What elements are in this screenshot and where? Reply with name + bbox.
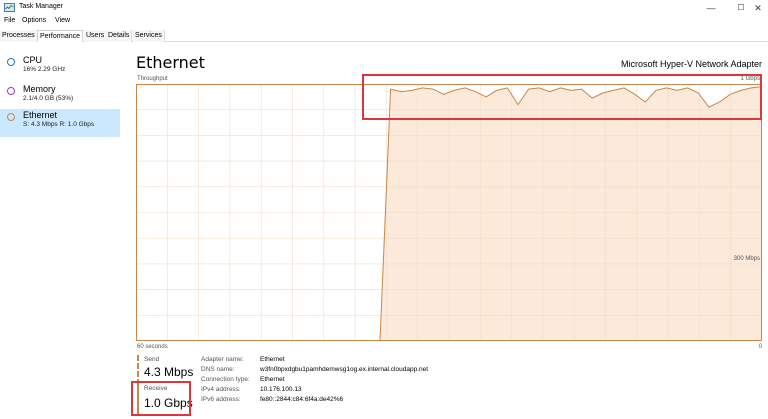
throughput-graph (136, 84, 762, 341)
prop-key-ipv6: IPv6 address: (201, 396, 241, 403)
sidebar-item-sub: 16% 2.29 GHz (23, 66, 66, 73)
tab-processes[interactable]: Processes (0, 30, 38, 42)
receive-label: Receive (144, 385, 168, 392)
prop-key-connection-type: Connection type: (201, 376, 250, 383)
memory-indicator-icon (7, 87, 15, 95)
send-value: 4.3 Mbps (144, 365, 194, 379)
prop-value-ipv6: fe80::2844:c84:6f4a:de42%6 (260, 396, 344, 403)
graph-zero-label: 0 (758, 344, 762, 350)
sidebar-item-sub: 2.1/4.0 GB (53%) (23, 95, 74, 102)
receive-value: 1.0 Gbps (144, 396, 193, 410)
close-button[interactable]: ✕ (743, 0, 768, 16)
adapter-name: Microsoft Hyper-V Network Adapter (620, 59, 762, 69)
prop-value-dns-name: w3fn0bpxdgbu1pamhdemwsg1og.ex.internal.c… (260, 366, 429, 373)
prop-value-ipv4: 10.176.100.13 (260, 386, 302, 393)
graph-mid-label: 300 Mbps (733, 256, 760, 262)
sidebar-item-ethernet[interactable]: Ethernet S: 4.3 Mbps R: 1.0 Gbps (0, 109, 120, 137)
sidebar-item-label: CPU (23, 55, 43, 65)
graph-time-label: 60 seconds (137, 344, 168, 350)
tab-performance[interactable]: Performance (37, 30, 84, 42)
menu-file[interactable]: File (4, 17, 15, 24)
window-title: Task Manager (19, 3, 63, 10)
throughput-graph-svg (136, 84, 762, 341)
task-manager-icon (4, 3, 15, 12)
prop-value-connection-type: Ethernet (260, 376, 285, 383)
sidebar-item-memory[interactable]: Memory 2.1/4.0 GB (53%) (0, 83, 120, 111)
title-bar: Task Manager — ☐ ✕ (0, 0, 768, 16)
page-title: Ethernet (136, 53, 205, 72)
receive-stat: Receive 1.0 Gbps (137, 385, 197, 415)
prop-key-dns-name: DNS name: (201, 366, 235, 373)
prop-key-ipv4: IPv4 address: (201, 386, 241, 393)
tab-services[interactable]: Services (133, 30, 165, 42)
sidebar-item-label: Memory (23, 84, 56, 94)
tab-users[interactable]: Users (84, 30, 108, 42)
prop-value-adapter-name: Ethernet (260, 356, 285, 363)
send-stat: Send 4.3 Mbps (137, 355, 197, 385)
menu-options[interactable]: Options (22, 17, 46, 24)
graph-max-label: 1 Gbps (740, 76, 760, 82)
tab-bar: Processes Performance Users Details Serv… (0, 30, 768, 42)
prop-key-adapter-name: Adapter name: (201, 356, 244, 363)
sidebar-item-sub: S: 4.3 Mbps R: 1.0 Gbps (23, 121, 95, 128)
sidebar-item-cpu[interactable]: CPU 16% 2.29 GHz (0, 54, 120, 82)
tab-details[interactable]: Details (106, 30, 133, 42)
graph-label: Throughput (137, 76, 168, 82)
performance-sidebar: CPU 16% 2.29 GHz Memory 2.1/4.0 GB (53%)… (0, 46, 120, 419)
cpu-indicator-icon (7, 58, 15, 66)
send-label: Send (144, 356, 160, 363)
menu-view[interactable]: View (55, 17, 70, 24)
minimize-button[interactable]: — (696, 0, 726, 16)
ethernet-indicator-icon (7, 113, 15, 121)
sidebar-item-label: Ethernet (23, 110, 58, 120)
